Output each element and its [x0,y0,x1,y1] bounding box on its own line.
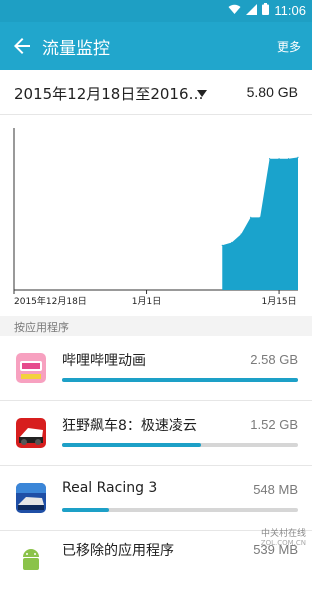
x-tick-label: 2015年12月18日 [14,295,87,307]
app-name: 哔哩哔哩动画 [62,353,146,369]
wifi-icon [228,4,241,18]
data-point [297,156,299,158]
date-range-label[interactable]: 2015年12月18日至2016… [14,83,204,104]
back-arrow-icon[interactable] [10,34,34,58]
usage-chart: 2015年12月18日 1月1日 1月15日 [0,120,312,316]
x-tick-label: 1月15日 [261,296,296,307]
watermark-subtext: ZOL.COM.CN [260,539,306,547]
data-point [269,158,271,160]
asphalt8-icon [16,418,46,448]
list-item-bilibili[interactable]: 哔哩哔哩动画 2.58 GB [0,336,312,401]
battery-icon [262,3,270,18]
real-racing-icon [16,483,46,513]
usage-bar [62,443,298,447]
app-size: 1.52 GB [250,417,298,432]
section-label: 按应用程序 [14,321,69,334]
usage-chart-svg: 2015年12月18日 1月1日 1月15日 [13,128,299,307]
watermark: 中关村在线 ZOL.COM.CN [261,526,306,547]
data-point [278,158,280,160]
list-item-real-racing[interactable]: Real Racing 3 548 MB [0,466,312,531]
usage-bar-fill [62,378,298,382]
usage-bar [62,508,298,512]
bilibili-icon [16,353,46,383]
data-point [259,216,261,218]
section-header: 按应用程序 [0,316,312,336]
app-bar: 流量监控 更多 [0,22,312,70]
data-point [221,244,223,246]
data-point [231,241,233,244]
signal-icon [246,3,258,18]
app-name: 已移除的应用程序 [62,543,174,559]
data-point [240,233,242,235]
date-range-selector[interactable]: 2015年12月18日至2016… 5.80 GB [0,70,312,115]
clock: 11:06 [274,3,306,18]
android-icon [16,543,46,573]
status-bar: 11:06 [0,0,312,22]
usage-bar-fill [62,443,202,447]
list-item-asphalt8[interactable]: 狂野飙车8：极速凌云 1.52 GB [0,401,312,466]
total-usage: 5.80 GB [246,84,298,100]
data-point [287,158,290,160]
usage-bar-fill [62,508,110,512]
app-name: Real Racing 3 [62,480,158,496]
usage-bar [62,378,298,382]
more-button[interactable]: 更多 [277,38,301,55]
usage-area [222,157,298,290]
x-tick-label: 1月1日 [132,296,161,307]
page-title: 流量监控 [42,39,110,59]
app-name: 狂野飙车8：极速凌云 [62,418,197,434]
app-size: 548 MB [253,482,298,497]
app-size: 2.58 GB [250,352,298,367]
dropdown-caret-icon[interactable] [197,90,207,97]
data-point [250,216,252,218]
watermark-text: 中关村在线 [260,529,306,539]
